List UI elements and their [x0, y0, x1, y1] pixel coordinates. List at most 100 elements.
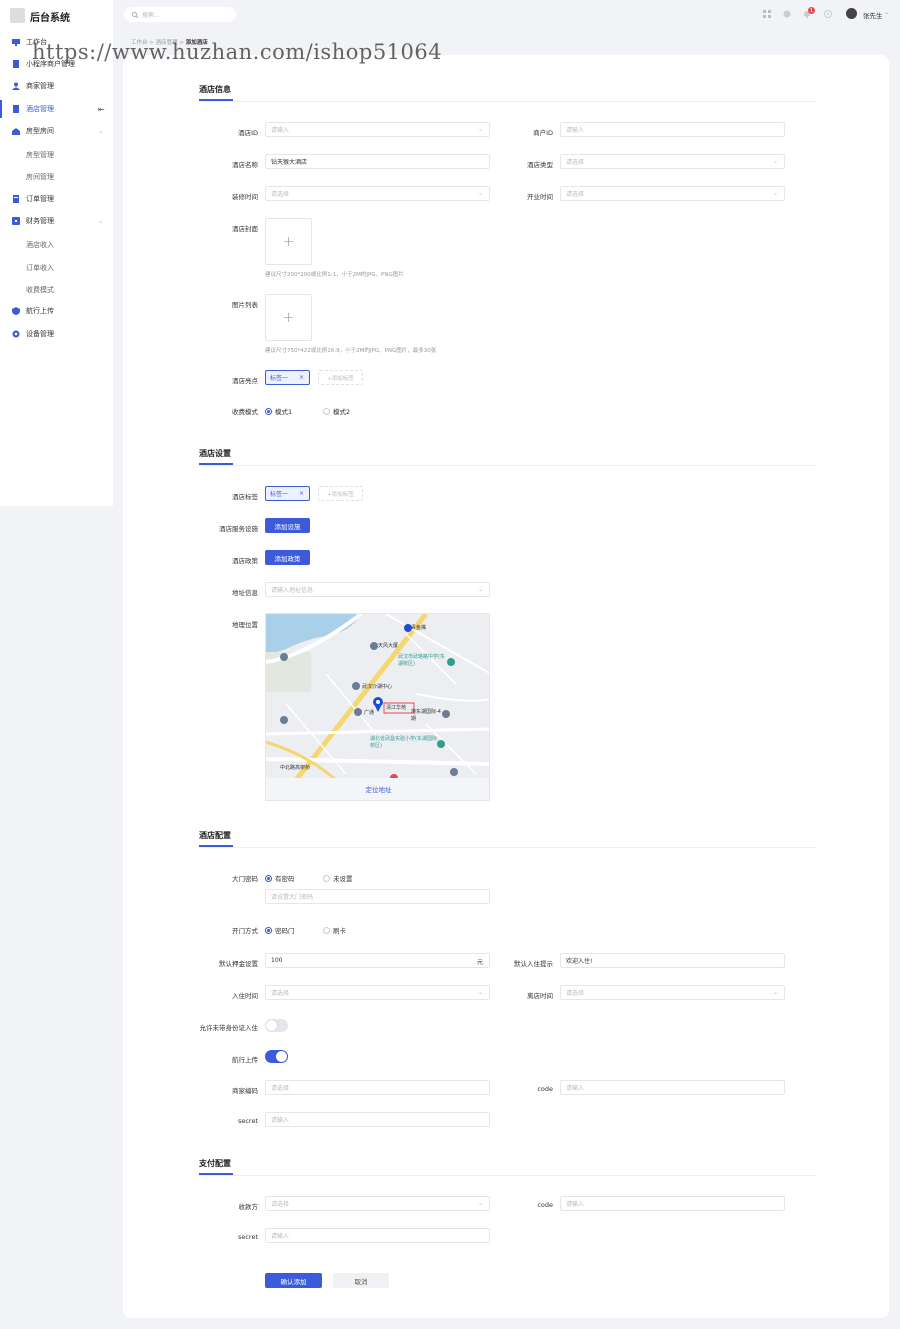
gear-icon: [12, 330, 20, 338]
section-title: 酒店设置: [199, 449, 231, 458]
field-label: 酒店标签: [232, 493, 258, 501]
field-label: code: [537, 1201, 553, 1209]
door-password-radio-yes[interactable]: 有密码: [265, 873, 295, 883]
chevron-down-icon: ⌄: [772, 158, 778, 165]
hotel-type-select[interactable]: 请选择 ⌄: [560, 154, 785, 169]
flight-upload-toggle[interactable]: [265, 1050, 288, 1063]
charge-mode-radio-1[interactable]: 模式1: [265, 406, 292, 416]
avatar[interactable]: [846, 8, 857, 19]
sidebar-item-label: 酒店管理: [26, 105, 54, 113]
close-icon[interactable]: ×: [299, 490, 304, 497]
sidebar-subitem-hotel-income[interactable]: 酒店收入: [26, 240, 54, 250]
search-input[interactable]: 搜索...: [124, 7, 236, 22]
deposit-input[interactable]: 100 元: [265, 953, 490, 968]
sidebar-subitem-room-type[interactable]: 房型管理: [26, 150, 54, 160]
merchant-code-input[interactable]: 请选择: [265, 1080, 490, 1095]
divider: [199, 847, 816, 848]
opening-time-select[interactable]: 请选择 ⌄: [560, 186, 785, 201]
secret-input[interactable]: 请输入: [265, 1112, 490, 1127]
renovation-time-select[interactable]: 请选择 ⌄: [265, 186, 490, 201]
payee-select[interactable]: 请选择 ⌄: [265, 1196, 490, 1211]
map-view[interactable]: 青鱼嘴 天风大厦 武汉市武珞路中学(东湖校区) 武汉沙湖中心 清江华苑 地东湖国…: [265, 613, 490, 801]
field-label: 图片列表: [232, 301, 258, 309]
open-method-radio-card[interactable]: 刷卡: [323, 925, 346, 935]
app-title: 后台系统: [30, 13, 70, 24]
sidebar-item-hotel[interactable]: 酒店管理 ⇤: [0, 100, 113, 118]
hotel-name-input[interactable]: 钻天猴大酒店: [265, 154, 490, 169]
radio-checked-icon: [265, 874, 272, 882]
cover-upload[interactable]: +: [265, 218, 312, 265]
sidebar-item-flight-upload[interactable]: 航行上传: [0, 302, 113, 320]
field-label: 大门密码: [232, 875, 258, 883]
cancel-button[interactable]: 取消: [333, 1273, 389, 1288]
form-card: [123, 55, 889, 1318]
images-upload[interactable]: +: [265, 294, 312, 341]
sidebar-item-finance[interactable]: 财务管理 ⌄: [0, 212, 113, 230]
code-input[interactable]: 请输入: [560, 1080, 785, 1095]
sidebar-item-label: 财务管理: [26, 217, 54, 225]
address-input[interactable]: 请输入地址信息 ⌄: [265, 582, 490, 597]
field-label: 离店时间: [527, 992, 553, 1000]
charge-mode-radio-2[interactable]: 模式2: [323, 406, 350, 416]
grid-icon[interactable]: [763, 10, 771, 18]
map-label: 武汉沙湖中心: [362, 684, 393, 690]
field-label: 酒店封面: [232, 225, 258, 233]
confirm-add-button[interactable]: 确认添加: [265, 1273, 322, 1288]
chevron-down-icon[interactable]: ⌄: [884, 9, 889, 16]
toggle-knob: [276, 1051, 287, 1062]
notification-badge: 1: [808, 7, 815, 14]
payment-secret-input[interactable]: 请输入: [265, 1228, 490, 1243]
checkin-tip-input[interactable]: 欢迎入住!: [560, 953, 785, 968]
add-tag-button[interactable]: +添加标签: [318, 486, 363, 501]
sidebar-subitem-room[interactable]: 房间管理: [26, 172, 54, 182]
field-label: 商家编码: [232, 1087, 258, 1095]
door-password-radio-none[interactable]: 未设置: [323, 873, 353, 883]
collapse-sidebar-icon[interactable]: ⇤: [98, 105, 105, 114]
door-password-input[interactable]: 请设置大门密码: [265, 889, 490, 904]
map-label: 地东湖国际-4期: [411, 709, 441, 722]
user-name[interactable]: 张先生: [863, 10, 883, 20]
map-canvas: [266, 614, 489, 780]
deposit-unit: 元: [476, 959, 483, 966]
plus-icon: +: [282, 309, 295, 326]
upload-hint: 建议尺寸750*422或比例16:9，小于2M的JPG、PNG图片，最多30张: [265, 348, 437, 354]
checkout-time-select[interactable]: 请选择 ⌄: [560, 985, 785, 1000]
map-label: 清江华苑: [386, 705, 407, 711]
map-label: 湖北省武昌实验小学(东湖国际校区): [370, 736, 437, 749]
highlight-tag[interactable]: 标签一 ×: [265, 370, 310, 385]
add-facility-button[interactable]: 添加设施: [265, 518, 310, 533]
wallet-icon: [12, 217, 20, 225]
sidebar-item-devices[interactable]: 设备管理: [0, 325, 113, 343]
map-label: 广通: [364, 710, 375, 716]
hotel-tag[interactable]: 标签一 ×: [265, 486, 310, 501]
open-method-radio-password[interactable]: 密码门: [265, 925, 295, 935]
add-policy-button[interactable]: 添加政策: [265, 550, 310, 565]
locate-address-button[interactable]: 定位地址: [266, 778, 489, 800]
divider: [199, 465, 816, 466]
field-label: code: [537, 1085, 553, 1093]
sidebar-subitem-order-income[interactable]: 订单收入: [26, 263, 54, 273]
field-label: 酒店政策: [232, 557, 258, 565]
merchant-id-input[interactable]: 请输入: [560, 122, 785, 137]
chevron-down-icon: ⌄: [98, 127, 104, 135]
radio-unchecked-icon: [323, 926, 330, 934]
allow-no-id-toggle[interactable]: [265, 1019, 288, 1032]
sidebar-item-label: 商家管理: [26, 82, 54, 90]
field-label: 入住时间: [232, 992, 258, 1000]
payment-code-input[interactable]: 请输入: [560, 1196, 785, 1211]
add-tag-button[interactable]: +添加标签: [318, 370, 363, 385]
field-label: 开门方式: [232, 927, 258, 935]
close-icon[interactable]: ×: [299, 374, 304, 381]
sidebar-item-merchant[interactable]: 商家管理: [0, 77, 113, 95]
sidebar-item-room-types[interactable]: 房型房间 ⌄: [0, 122, 113, 140]
help-icon[interactable]: [783, 10, 791, 18]
sidebar-item-label: 订单管理: [26, 195, 54, 203]
divider: [199, 1175, 816, 1176]
hotel-id-input[interactable]: 请输入 ⌄: [265, 122, 490, 137]
sidebar-item-orders[interactable]: 订单管理: [0, 190, 113, 208]
sidebar-subitem-charge-mode[interactable]: 收费模式: [26, 285, 54, 295]
logo-icon: [10, 8, 25, 23]
settings-icon[interactable]: [824, 10, 832, 18]
search-icon: [132, 11, 138, 18]
checkin-time-select[interactable]: 请选择 ⌄: [265, 985, 490, 1000]
